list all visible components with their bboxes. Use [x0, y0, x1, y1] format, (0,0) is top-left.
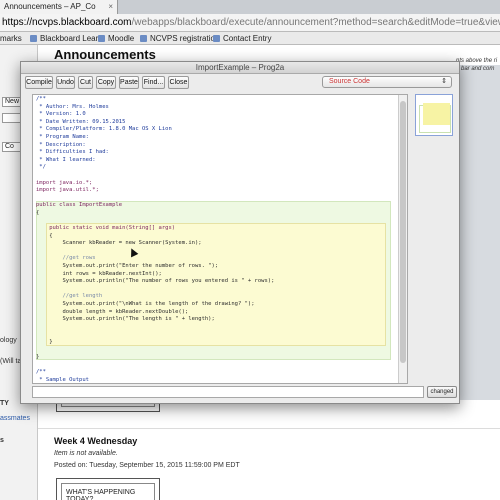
code-line[interactable]	[36, 195, 274, 203]
code-line[interactable]	[36, 218, 274, 226]
code-line[interactable]: * Sample Output	[36, 377, 274, 383]
code-line[interactable]: public static void main(String[] args)	[36, 225, 274, 233]
code-line[interactable]	[36, 347, 274, 355]
bookmark-blackboard-learn[interactable]: Blackboard Learn	[30, 32, 103, 45]
bookmark-moodle[interactable]: Moodle	[98, 32, 134, 45]
course-menu-heading: TY	[0, 400, 9, 407]
tab-title: Announcements – AP_Co	[4, 2, 96, 11]
code-line[interactable]: System.out.print("\nWhat is the length o…	[36, 301, 274, 309]
url-host: https://ncvps.blackboard.com	[2, 17, 132, 28]
code-line[interactable]: //get length	[36, 293, 274, 301]
code-line[interactable]: * Description:	[36, 142, 274, 150]
instruction-text: nts above the ri e bar and com	[456, 58, 498, 72]
vertical-scrollbar[interactable]	[398, 95, 407, 383]
bookmark-ncvps-registration[interactable]: NCVPS registration	[140, 32, 219, 45]
code-line[interactable]: /**	[36, 369, 274, 377]
code-line[interactable]: {	[36, 233, 274, 241]
bookmark-contact-entry[interactable]: Contact Entry	[213, 32, 271, 45]
view-mode-select[interactable]: Source Code ⇕	[322, 76, 452, 88]
code-line[interactable]: */	[36, 164, 274, 172]
course-menu-link[interactable]: assmates	[0, 415, 30, 422]
bookmark-icon	[213, 35, 220, 42]
course-menu-item[interactable]: ology	[0, 337, 17, 344]
bookmark-label: NCVPS registration	[150, 34, 220, 43]
announcement-posted-date: Posted on: Tuesday, September 15, 2015 1…	[54, 462, 240, 469]
code-line[interactable]: * Author: Mrs. Holmes	[36, 104, 274, 112]
browser-tab[interactable]: Announcements – AP_Co ×	[0, 0, 118, 14]
compile-button[interactable]: Compile	[25, 76, 53, 89]
bookmarks-bar: marks Blackboard Learn Moodle NCVPS regi…	[0, 32, 500, 45]
code-line[interactable]: * Date Written: 09.15.2015	[36, 119, 274, 127]
undo-button[interactable]: Undo	[56, 76, 75, 89]
code-line[interactable]: int rows = kbReader.nextInt();	[36, 271, 274, 279]
close-button[interactable]: Close	[168, 76, 189, 89]
source-code[interactable]: /** * Author: Mrs. Holmes * Version: 1.0…	[36, 96, 274, 383]
bookmark-label: Blackboard Learn	[40, 34, 103, 43]
code-line[interactable]: * Version: 1.0	[36, 111, 274, 119]
dialog-title: ImportExample – Prog2a	[21, 62, 459, 74]
url-text[interactable]: https://ncvps.blackboard.com/webapps/bla…	[0, 16, 500, 30]
code-line[interactable]: System.out.println("The length is " + le…	[36, 316, 274, 324]
browser-tab-strip: Announcements – AP_Co ×	[0, 0, 500, 14]
code-line[interactable]: }	[36, 339, 274, 347]
code-line[interactable]	[36, 248, 274, 256]
bookmark-icon	[98, 35, 105, 42]
view-mode-value: Source Code	[329, 78, 370, 85]
code-line[interactable]: double length = kbReader.nextDouble();	[36, 309, 274, 317]
divider	[38, 428, 500, 429]
status-message-field	[32, 386, 424, 398]
close-tab-icon[interactable]: ×	[108, 0, 113, 14]
code-line[interactable]: public class ImportExample	[36, 202, 274, 210]
code-line[interactable]: //get rows	[36, 255, 274, 263]
announcement-image-box: WHAT'S HAPPENING TODAY?	[56, 478, 160, 500]
code-line[interactable]: Scanner kbReader = new Scanner(System.in…	[36, 240, 274, 248]
bookmark-label: Moodle	[108, 34, 135, 43]
minimap-method-highlight	[423, 103, 450, 125]
code-line[interactable]: * Program Name:	[36, 134, 274, 142]
code-line[interactable]: /**	[36, 96, 274, 104]
scrollbar-thumb[interactable]	[400, 101, 406, 363]
code-line[interactable]: * Difficulties I had:	[36, 149, 274, 157]
code-line[interactable]: System.out.print("Enter the number of ro…	[36, 263, 274, 271]
bookmarks-label[interactable]: marks	[0, 32, 22, 45]
code-line[interactable]	[36, 331, 274, 339]
bookmark-icon	[30, 35, 37, 42]
code-line[interactable]: {	[36, 210, 274, 218]
announcement-title: Week 4 Wednesday	[54, 436, 138, 446]
code-minimap[interactable]	[415, 94, 453, 136]
code-editor-dialog: ImportExample – Prog2a Compile Undo Cut …	[20, 61, 460, 404]
code-line[interactable]: * What I learned:	[36, 157, 274, 165]
changed-status-button[interactable]: changed	[427, 386, 457, 398]
address-bar[interactable]: https://ncvps.blackboard.com/webapps/bla…	[0, 14, 500, 32]
code-line[interactable]: System.out.println("The number of rows y…	[36, 278, 274, 286]
code-line[interactable]	[36, 286, 274, 294]
announcement-image-inner: WHAT'S HAPPENING TODAY?	[61, 483, 155, 500]
code-line[interactable]	[36, 362, 274, 370]
code-line[interactable]	[36, 324, 274, 332]
course-menu-heading: s	[0, 437, 4, 444]
course-menu-item[interactable]: (Will ta	[0, 358, 21, 365]
code-line[interactable]: import java.util.*;	[36, 187, 274, 195]
paste-button[interactable]: Paste	[119, 76, 139, 89]
url-path: /webapps/blackboard/execute/announcement…	[131, 17, 500, 28]
code-line[interactable]	[36, 172, 274, 180]
code-editor[interactable]: /** * Author: Mrs. Holmes * Version: 1.0…	[32, 94, 408, 384]
cut-button[interactable]: Cut	[78, 76, 93, 89]
bookmark-icon	[140, 35, 147, 42]
copy-button[interactable]: Copy	[96, 76, 116, 89]
find-button[interactable]: Find...	[142, 76, 165, 89]
code-line[interactable]: import java.io.*;	[36, 180, 274, 188]
announcement-status: Item is not available.	[54, 450, 118, 457]
bookmark-label: Contact Entry	[223, 34, 272, 43]
page-title: Announcements	[54, 47, 156, 62]
code-line[interactable]: }	[36, 354, 274, 362]
chevron-updown-icon: ⇕	[441, 78, 447, 85]
code-line[interactable]: * Compiler/Platform: 1.8.0 Mac OS X Lion	[36, 126, 274, 134]
